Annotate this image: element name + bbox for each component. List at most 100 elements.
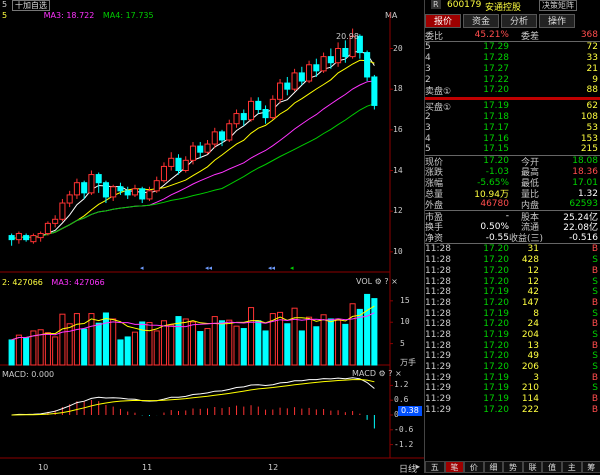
period-daily-button[interactable]: 日线 — [399, 462, 417, 475]
tick-price: 17.20 — [453, 319, 509, 329]
candle-body — [161, 166, 166, 180]
tick-row: 11:2817.2024B — [425, 319, 600, 330]
close-icon[interactable]: × — [391, 277, 398, 286]
volume-bar — [285, 324, 290, 365]
macd-tick-label: -0.6 — [394, 425, 413, 434]
candle-body — [336, 49, 341, 63]
tick-row: 11:2817.2031B — [425, 244, 600, 255]
ask-price: 17.22 — [453, 75, 509, 85]
stock-code: 600179 — [447, 0, 481, 10]
candle-body — [60, 203, 65, 219]
tick-time: 11:29 — [425, 405, 453, 415]
tick-direction: B — [539, 298, 600, 308]
ask-level: 卖盘① — [425, 84, 453, 97]
candle-body — [292, 73, 297, 89]
macd-controls: MACD ⚙ ? × — [352, 369, 402, 378]
tick-row: 11:2817.198S — [425, 308, 600, 319]
candle-body — [278, 83, 283, 99]
bid-row[interactable]: 517.15215 — [425, 144, 600, 155]
bid-row[interactable]: 417.16153 — [425, 133, 600, 144]
macd-current-value: 0.38 — [398, 406, 422, 416]
bottom-tab[interactable]: 势 — [503, 461, 523, 473]
bid-level: 买盘① — [425, 100, 453, 113]
tick-price: 17.19 — [453, 373, 509, 383]
weicha-label: 委差 — [509, 29, 539, 42]
tab-analysis[interactable]: 分析 — [501, 14, 537, 28]
volume-bar — [241, 329, 246, 365]
bottom-tab[interactable]: 细 — [484, 461, 504, 473]
stat-value: -1.03 — [453, 167, 509, 177]
volume-bar — [147, 323, 152, 365]
ask-volume: 21 — [539, 64, 600, 74]
volume-bar — [205, 329, 210, 365]
candle-body — [299, 73, 304, 81]
ask-row[interactable]: 317.2721 — [425, 63, 600, 74]
stat-value: 17.20 — [453, 156, 509, 166]
bottom-tab[interactable]: 值 — [542, 461, 562, 473]
help-icon[interactable]: ? — [384, 277, 388, 286]
tick-time: 11:29 — [425, 394, 453, 404]
decision-matrix-button[interactable]: 决策矩阵 — [539, 0, 577, 11]
vol-legend: 2: 427066 MA3: 427066 — [2, 278, 105, 287]
tick-direction: B — [539, 405, 600, 415]
candle-body — [103, 183, 108, 197]
arrow-right-icon[interactable]: ▸ — [416, 462, 420, 471]
candle-body — [365, 53, 370, 77]
tab-quote[interactable]: 报价 — [425, 14, 461, 28]
gear-icon[interactable]: ⚙ — [379, 369, 386, 378]
tick-direction: S — [539, 383, 600, 393]
tick-time: 11:28 — [425, 266, 453, 276]
bid-row[interactable]: 217.18108 — [425, 112, 600, 123]
ask-row[interactable]: 417.2833 — [425, 53, 600, 64]
candle-body — [82, 183, 87, 193]
bottom-tab[interactable]: 筹 — [582, 461, 600, 473]
tick-row: 11:2917.20222B — [425, 404, 600, 415]
volume-bar — [328, 319, 333, 365]
stock-name: 安通控股 — [485, 0, 521, 13]
tick-price: 17.20 — [453, 244, 509, 254]
candle-body — [24, 236, 29, 240]
fund-value: 0.50% — [453, 222, 509, 232]
fundamental-row[interactable]: 净资-0.55收益(三)-0.516 — [425, 232, 600, 243]
ask-row[interactable]: 卖盘①17.2088 — [425, 85, 600, 96]
volume-bar — [140, 322, 145, 365]
chart-area[interactable]: 5 十加自选 5 MA3: 18.722 MA4: 17.735 MA ◂◂◂◂… — [0, 0, 424, 473]
tab-operate[interactable]: 操作 — [539, 14, 575, 28]
tick-price: 17.20 — [453, 351, 509, 361]
tab-funds[interactable]: 资金 — [463, 14, 499, 28]
tick-volume: 49 — [509, 351, 539, 361]
tick-volume: 42 — [509, 287, 539, 297]
candle-body — [31, 236, 36, 242]
ask-row[interactable]: 517.2972 — [425, 42, 600, 53]
ask-price: 17.20 — [453, 85, 509, 95]
close-icon[interactable]: × — [395, 369, 402, 378]
vol-tick-label: 15 — [400, 296, 410, 305]
bid-row[interactable]: 317.1753 — [425, 122, 600, 133]
ask-book: 517.2972417.2833317.2721217.229卖盘①17.208… — [425, 42, 600, 96]
candle-body — [270, 99, 275, 117]
bottom-tab[interactable]: 五 — [425, 461, 445, 473]
volume-bar — [227, 320, 232, 365]
tick-direction: S — [539, 351, 600, 361]
quote-panel: R 600179 安通控股 决策矩阵 报价 资金 分析 操作 委比 45.21%… — [424, 0, 600, 473]
bottom-tab[interactable]: 价 — [464, 461, 484, 473]
volume-bar — [169, 325, 174, 365]
volume-bar — [249, 308, 254, 365]
chart-canvas[interactable]: ◂◂◂◂◂◂ — [0, 0, 424, 473]
candle-body — [328, 57, 333, 63]
tick-direction: B — [539, 394, 600, 404]
fund-value: -0.516 — [539, 233, 600, 243]
bottom-tab[interactable]: 联 — [523, 461, 543, 473]
stat-row[interactable]: 外盘46780内盘62593 — [425, 199, 600, 210]
bid-row[interactable]: 买盘①17.1962 — [425, 101, 600, 112]
bottom-tab[interactable]: 主 — [562, 461, 582, 473]
gear-icon[interactable]: ⚙ — [375, 277, 382, 286]
help-icon[interactable]: ? — [388, 369, 392, 378]
tick-volume: 12 — [509, 266, 539, 276]
r-badge-icon: R — [431, 0, 441, 9]
bid-level: 4 — [425, 134, 453, 144]
tick-direction: B — [539, 266, 600, 276]
signal-marker: ◂◂ — [268, 264, 276, 272]
ask-volume: 9 — [539, 75, 600, 85]
bottom-tab[interactable]: 笔 — [445, 461, 465, 473]
